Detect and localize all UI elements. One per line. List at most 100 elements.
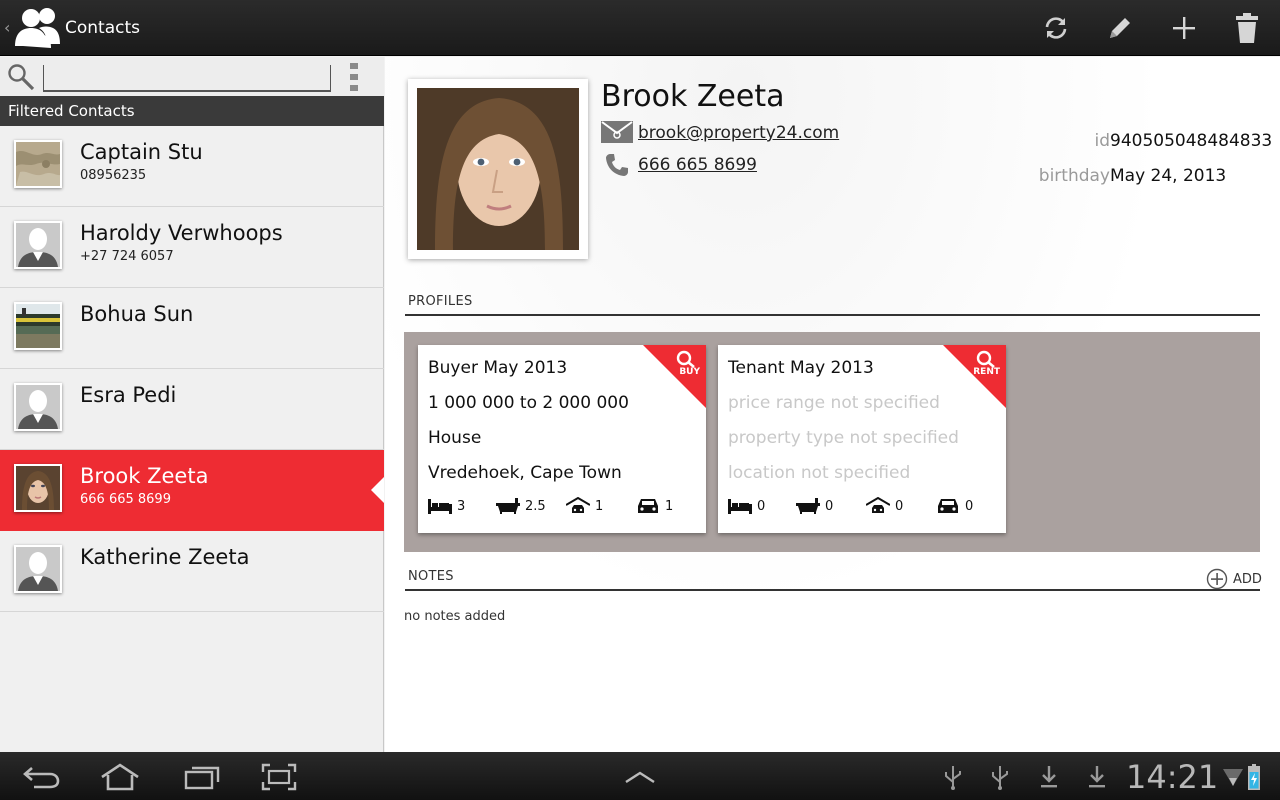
person-silhouette-icon — [16, 223, 60, 267]
contacts-app-icon[interactable] — [13, 6, 61, 50]
garages-stat: 1 — [566, 495, 603, 517]
avatar — [14, 464, 62, 512]
contact-name: Haroldy Verwhoops — [80, 221, 283, 245]
add-circle-icon — [1206, 568, 1228, 590]
avatar — [14, 302, 62, 350]
bedrooms-stat: 0 — [728, 495, 765, 517]
list-header: Filtered Contacts — [0, 96, 384, 126]
contact-detail-pane: Brook Zeeta brook@property24.com 666 665… — [385, 57, 1280, 752]
contacts-pane: Filtered Contacts Captain Stu 08956235 H… — [0, 57, 384, 752]
plus-icon — [1173, 17, 1195, 39]
profile-price: 1 000 000 to 2 000 000 — [428, 393, 629, 413]
up-indicator[interactable]: ‹ — [4, 18, 10, 37]
car-icon — [638, 499, 658, 513]
contact-name: Bohua Sun — [80, 302, 194, 326]
usb-icon — [992, 766, 1008, 790]
contact-phone: +27 724 6057 — [80, 249, 174, 264]
profiles-divider — [405, 314, 1260, 316]
email-icon — [601, 121, 633, 143]
status-clock: 14:21 — [1126, 758, 1219, 796]
person-silhouette-icon — [16, 547, 60, 591]
back-button[interactable] — [20, 760, 64, 794]
delete-button[interactable] — [1227, 8, 1267, 48]
notes-empty-text: no notes added — [404, 609, 506, 624]
contact-row-selected[interactable]: Brook Zeeta 666 665 8699 — [0, 450, 384, 531]
parking-stat: 1 — [636, 495, 673, 517]
notes-divider — [405, 589, 1260, 591]
birthday-label: birthday — [1038, 166, 1110, 186]
notification-handle[interactable] — [618, 760, 662, 794]
bathtub-icon — [796, 498, 820, 514]
contact-name: Esra Pedi — [80, 383, 177, 407]
rent-badge-label: RENT — [973, 367, 1000, 377]
contact-row[interactable]: Haroldy Verwhoops +27 724 6057 — [0, 207, 384, 288]
profile-stats: 3 2.5 1 1 — [428, 495, 698, 517]
contact-phone: 666 665 8699 — [80, 492, 171, 507]
contact-name: Katherine Zeeta — [80, 545, 250, 569]
home-icon — [101, 763, 139, 791]
search-icon — [8, 64, 35, 91]
trash-icon — [1236, 13, 1258, 43]
recent-apps-button[interactable] — [180, 760, 224, 794]
usb-icon — [945, 766, 961, 790]
search-input[interactable] — [43, 65, 331, 92]
add-button[interactable] — [1164, 8, 1204, 48]
birthday-value: May 24, 2013 — [1110, 166, 1227, 186]
map-photo-icon — [16, 142, 60, 186]
profile-stats: 0 0 0 0 — [728, 495, 998, 517]
contact-name: Captain Stu — [80, 140, 203, 164]
bed-icon — [728, 499, 752, 514]
parking-stat: 0 — [936, 495, 973, 517]
app-title: Contacts — [65, 18, 140, 38]
action-bar: ‹ Contacts — [0, 0, 1280, 56]
contact-row[interactable]: Katherine Zeeta — [0, 531, 384, 612]
id-label: id — [1094, 131, 1110, 151]
email-link[interactable]: brook@property24.com — [638, 123, 839, 143]
garage-icon — [866, 497, 890, 513]
download-icon — [1089, 766, 1105, 788]
home-button[interactable] — [98, 760, 142, 794]
add-note-button[interactable]: ADD — [1206, 568, 1262, 590]
id-value: 940505048484833 — [1110, 131, 1273, 151]
profiles-area: Buyer May 2013 1 000 000 to 2 000 000 Ho… — [404, 332, 1260, 552]
edit-button[interactable] — [1100, 8, 1140, 48]
bathtub-icon — [496, 498, 520, 514]
contact-photo[interactable] — [408, 79, 588, 259]
boat-photo-icon — [16, 304, 60, 348]
profile-location: Vredehoek, Cape Town — [428, 463, 622, 483]
bedrooms-stat: 3 — [428, 495, 465, 517]
phone-link[interactable]: 666 665 8699 — [638, 155, 757, 175]
face-photo-icon — [16, 466, 60, 510]
contact-phone: 08956235 — [80, 168, 147, 183]
profiles-heading: PROFILES — [408, 294, 473, 309]
profile-title: Tenant May 2013 — [728, 358, 874, 378]
screenshot-button[interactable] — [257, 760, 301, 794]
profile-location: location not specified — [728, 463, 911, 483]
contact-name: Brook Zeeta — [80, 464, 209, 488]
wifi-signal-icon — [1223, 769, 1243, 786]
contact-detail-name: Brook Zeeta — [601, 79, 785, 114]
bed-icon — [428, 499, 452, 514]
contact-row[interactable]: Esra Pedi — [0, 369, 384, 450]
download-icon — [1041, 766, 1057, 788]
overflow-menu-icon[interactable] — [349, 63, 359, 91]
profile-type: property type not specified — [728, 428, 959, 448]
profile-title: Buyer May 2013 — [428, 358, 568, 378]
avatar — [14, 545, 62, 593]
avatar — [14, 140, 62, 188]
battery-charging-icon — [1248, 764, 1260, 790]
bathrooms-stat: 2.5 — [496, 495, 546, 517]
refresh-button[interactable] — [1036, 8, 1076, 48]
contact-list: Captain Stu 08956235 Haroldy Verwhoops +… — [0, 126, 384, 612]
search-icon — [976, 350, 995, 368]
phone-icon — [606, 154, 628, 176]
back-icon — [23, 767, 60, 789]
contact-row[interactable]: Bohua Sun — [0, 288, 384, 369]
profile-card-buyer[interactable]: Buyer May 2013 1 000 000 to 2 000 000 Ho… — [418, 345, 706, 533]
system-bar: 14:21 — [0, 752, 1280, 800]
face-photo-icon — [417, 88, 579, 250]
profile-card-tenant[interactable]: Tenant May 2013 price range not specifie… — [718, 345, 1006, 533]
contact-row[interactable]: Captain Stu 08956235 — [0, 126, 384, 207]
add-note-label: ADD — [1233, 571, 1262, 587]
notes-heading: NOTES — [408, 569, 454, 584]
